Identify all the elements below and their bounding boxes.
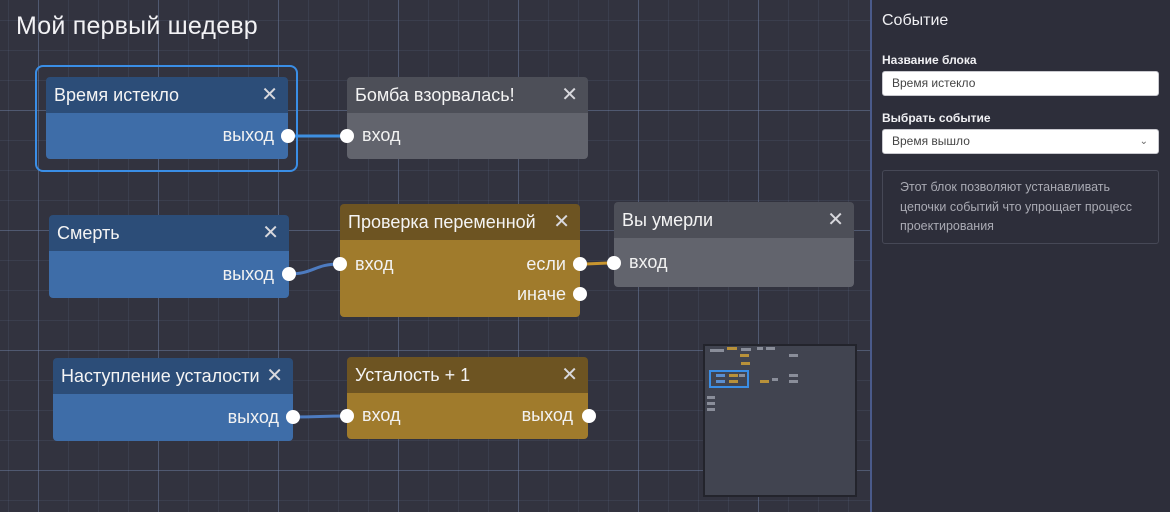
port-label-else: иначе — [517, 284, 566, 304]
project-title: Мой первый шедевр — [16, 12, 258, 40]
minimap-mark — [789, 374, 798, 377]
node-title: Наступление усталости — [61, 366, 260, 386]
node-header[interactable]: Вы умерли ✕ — [614, 202, 854, 238]
input-port[interactable] — [333, 257, 347, 271]
input-port[interactable] — [340, 129, 354, 143]
block-name-input[interactable]: Время истекло — [882, 71, 1159, 96]
node-fatigue-plus-one[interactable]: Усталость + 1 ✕ вход выход — [340, 357, 596, 439]
event-select[interactable]: Время вышло ⌄ — [882, 129, 1159, 154]
node-header[interactable]: Смерть ✕ — [49, 215, 289, 251]
wire-fatigue-to-plus — [292, 414, 348, 419]
node-header[interactable]: Наступление усталости ✕ — [53, 358, 293, 394]
node-header[interactable]: Бомба взорвалась! ✕ — [347, 77, 588, 113]
event-select-value: Время вышло — [892, 134, 970, 148]
node-header[interactable]: Усталость + 1 ✕ — [347, 357, 588, 393]
close-icon[interactable]: ✕ — [266, 358, 283, 394]
minimap-mark — [707, 396, 715, 399]
minimap-mark — [709, 370, 749, 388]
minimap-mark — [789, 354, 798, 357]
close-icon[interactable]: ✕ — [561, 77, 578, 113]
port-label-input: вход — [355, 254, 394, 274]
node-check-variable[interactable]: Проверка переменной ✕ вход если иначе — [333, 204, 587, 317]
node-title: Время истекло — [54, 85, 180, 105]
minimap-mark — [729, 374, 738, 377]
minimap-mark — [707, 402, 715, 405]
port-label-output: выход — [222, 264, 274, 284]
port-label-input: вход — [362, 125, 401, 145]
minimap-mark — [741, 348, 751, 351]
minimap-mark — [740, 354, 749, 357]
minimap-mark — [789, 380, 798, 383]
output-port[interactable] — [582, 409, 596, 423]
node-header[interactable]: Время истекло ✕ — [46, 77, 288, 113]
output-port[interactable] — [282, 267, 296, 281]
port-label-input: вход — [362, 405, 401, 425]
minimap-mark — [757, 347, 763, 350]
node-death[interactable]: Смерть ✕ выход — [49, 215, 296, 298]
minimap-mark — [739, 374, 745, 377]
node-title: Усталость + 1 — [355, 365, 471, 385]
sidebar-title: Событие — [882, 12, 949, 29]
close-icon[interactable]: ✕ — [262, 215, 279, 251]
node-title: Проверка переменной — [348, 212, 536, 232]
node-title: Смерть — [57, 223, 120, 243]
close-icon[interactable]: ✕ — [561, 357, 578, 393]
close-icon[interactable]: ✕ — [553, 204, 570, 240]
output-port-else[interactable] — [573, 287, 587, 301]
port-label-input: вход — [629, 252, 668, 272]
minimap-mark — [727, 347, 737, 350]
node-body — [340, 240, 580, 317]
close-icon[interactable]: ✕ — [827, 202, 844, 238]
minimap-mark — [729, 380, 738, 383]
close-icon[interactable]: ✕ — [261, 77, 278, 113]
chevron-down-icon[interactable]: ⌄ — [1140, 130, 1148, 153]
minimap-mark — [716, 380, 725, 383]
port-label-output: выход — [227, 407, 279, 427]
port-label-output: выход — [222, 125, 274, 145]
node-time-expired[interactable]: Время истекло ✕ выход — [46, 77, 295, 159]
port-label-if: если — [526, 254, 566, 274]
minimap-mark — [716, 374, 725, 377]
node-title: Вы умерли — [622, 210, 714, 230]
node-fatigue-onset[interactable]: Наступление усталости ✕ выход — [53, 358, 300, 441]
minimap-mark — [710, 349, 724, 352]
input-port[interactable] — [607, 256, 621, 270]
minimap-mark — [707, 408, 715, 411]
minimap-mark — [772, 378, 778, 381]
port-label-output: выход — [521, 405, 573, 425]
event-select-label: Выбрать событие — [882, 111, 991, 125]
output-port-if[interactable] — [573, 257, 587, 271]
input-port[interactable] — [340, 409, 354, 423]
node-header[interactable]: Проверка переменной ✕ — [340, 204, 580, 240]
minimap-mark — [741, 362, 750, 365]
node-editor-canvas[interactable]: Мой первый шедевр Время истекло ✕ выход … — [0, 0, 872, 512]
minimap-mark — [766, 347, 775, 350]
block-description: Этот блок позволяют устанавливать цепочк… — [882, 170, 1159, 244]
node-bomb-exploded[interactable]: Бомба взорвалась! ✕ вход — [340, 77, 588, 159]
output-port[interactable] — [281, 129, 295, 143]
properties-sidebar: Событие Название блока Время истекло Выб… — [872, 0, 1170, 512]
output-port[interactable] — [286, 410, 300, 424]
node-title: Бомба взорвалась! — [355, 85, 515, 105]
minimap-mark — [760, 380, 769, 383]
minimap[interactable] — [703, 344, 857, 497]
node-you-died[interactable]: Вы умерли ✕ вход — [607, 202, 854, 287]
block-name-label: Название блока — [882, 53, 977, 67]
